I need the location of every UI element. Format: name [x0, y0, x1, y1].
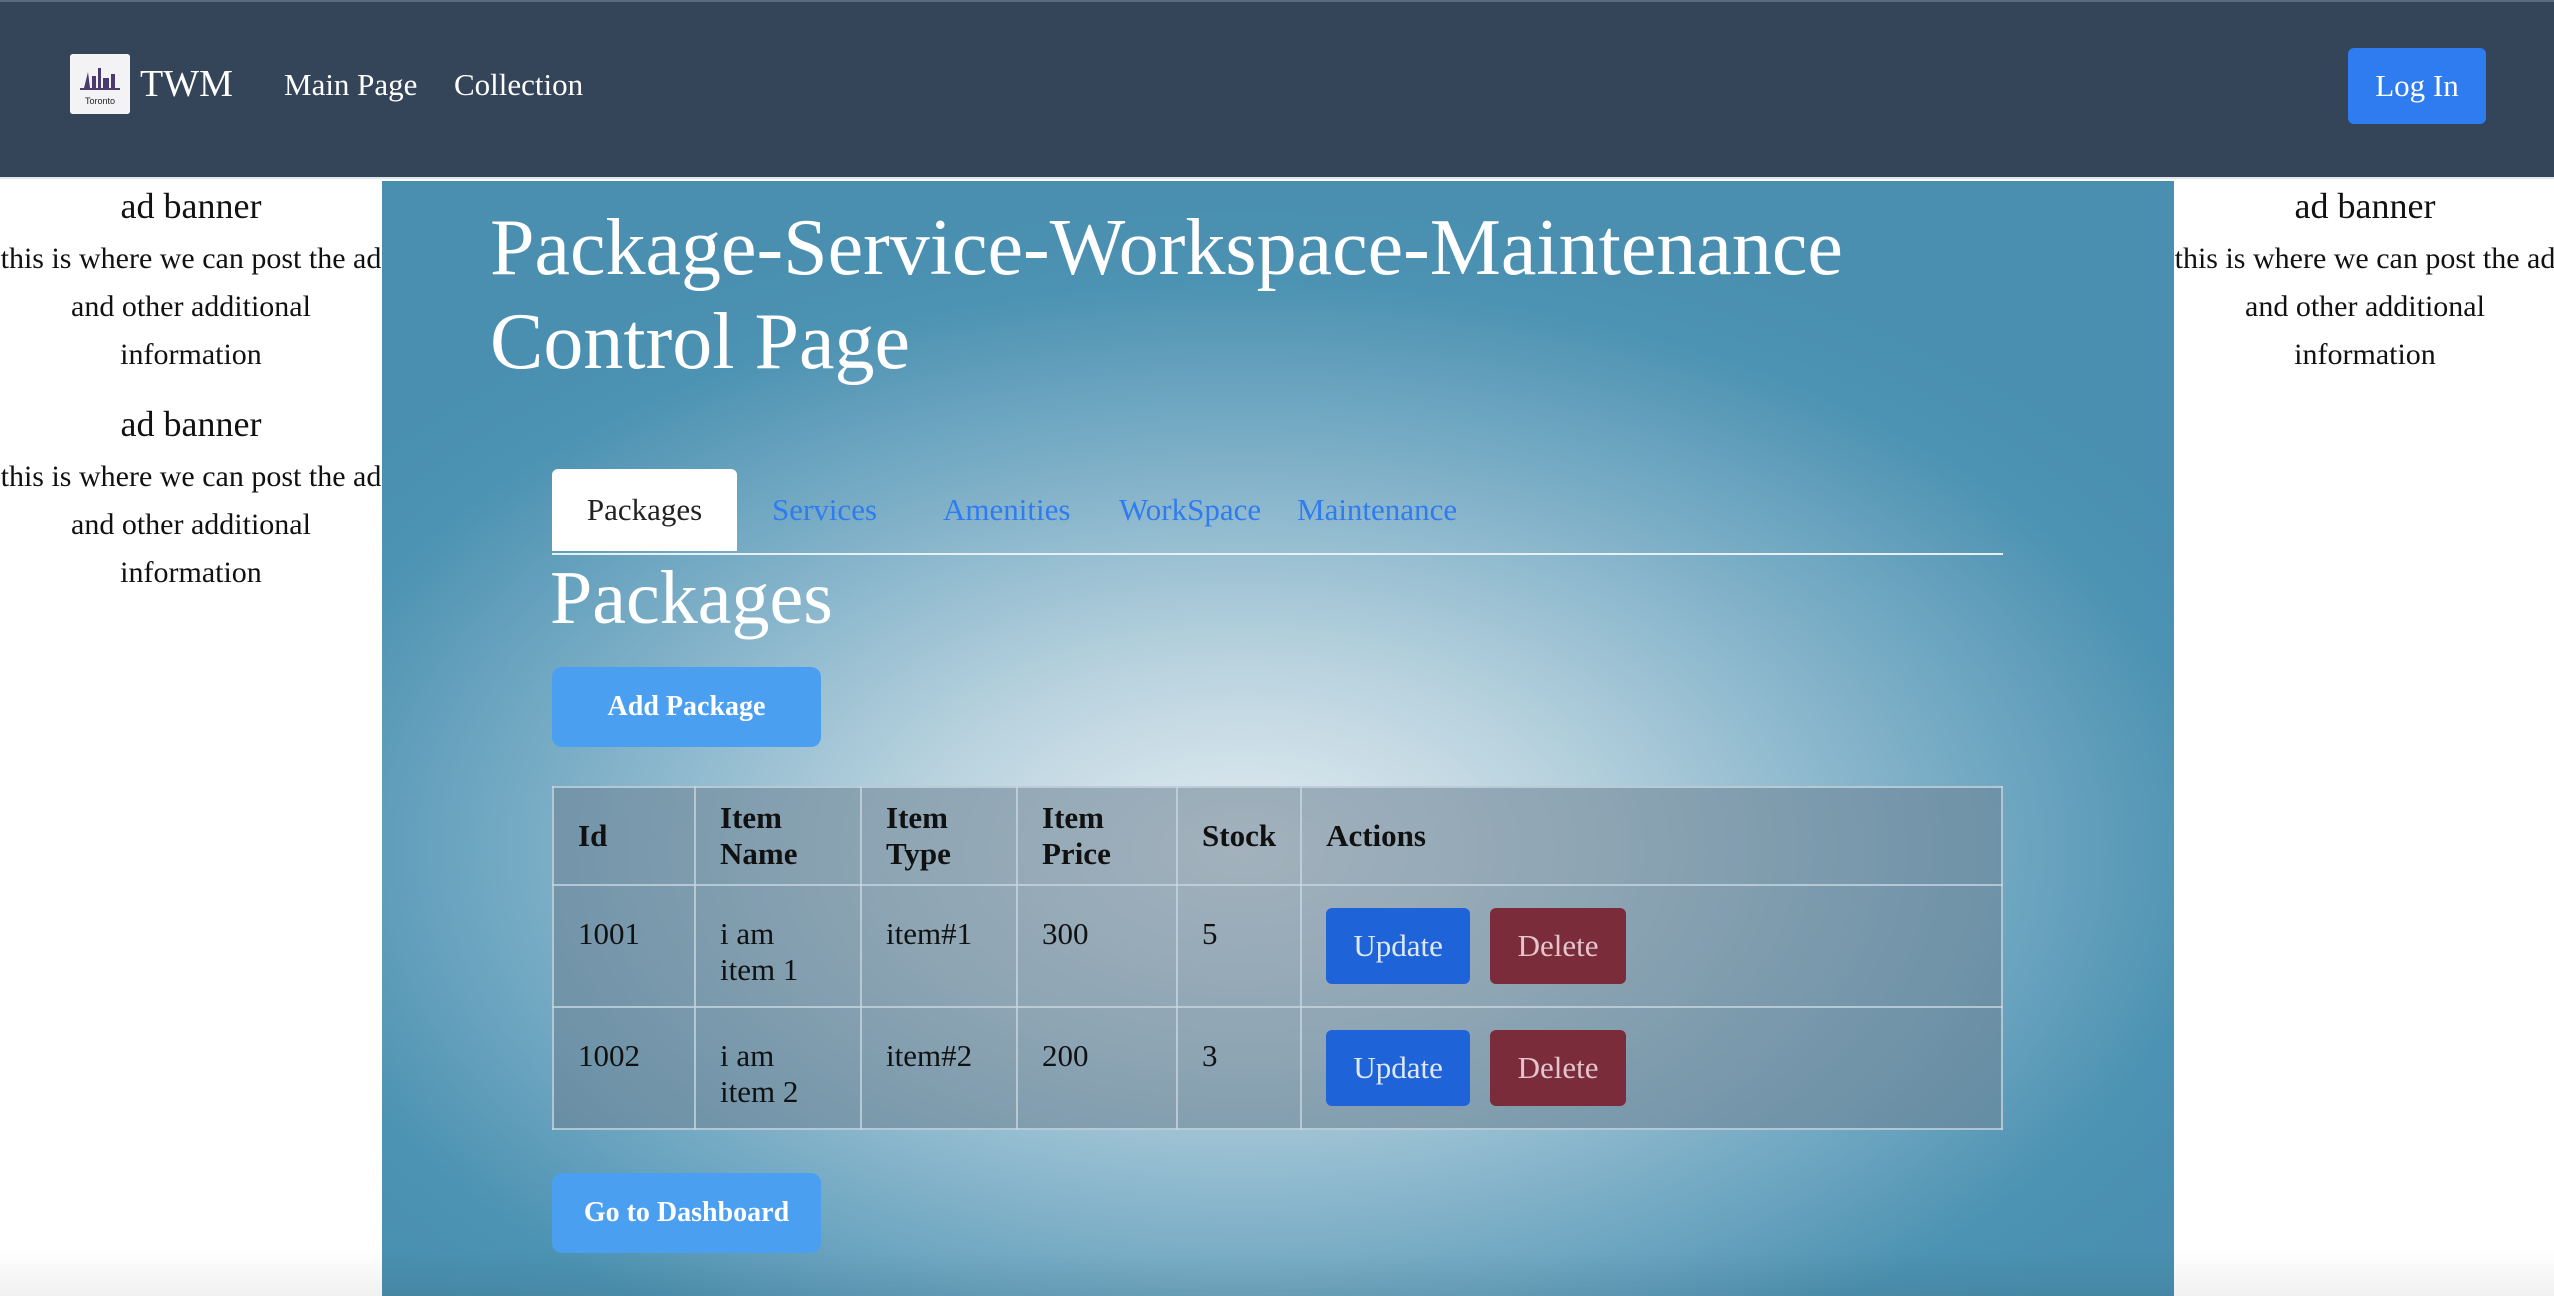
ad-banner-text: this is where we can post the ad and oth… [0, 242, 382, 371]
cell-actions: Update Delete [1300, 884, 2003, 1008]
tab-services[interactable]: Services [772, 469, 877, 551]
ad-banner-title: ad banner [120, 186, 262, 226]
cell-id: 1001 [552, 884, 696, 1008]
main-content: Package-Service-Workspace-Maintenance Co… [382, 181, 2174, 1296]
go-to-dashboard-button[interactable]: Go to Dashboard [552, 1173, 821, 1253]
update-button[interactable]: Update [1326, 908, 1471, 984]
cell-item-type: item#2 [860, 1006, 1018, 1130]
nav-link-main-page[interactable]: Main Page [284, 62, 417, 108]
logo-text: Toronto [85, 96, 115, 106]
left-ad-column: ad banner this is where we can post the … [0, 181, 382, 619]
cell-stock: 5 [1175, 884, 1303, 1008]
toronto-logo-icon[interactable]: Toronto [70, 54, 130, 114]
column-header-actions: Actions [1300, 786, 2003, 886]
top-navbar: Toronto TWM Main Page Collection Log In [0, 0, 2554, 179]
tab-workspace[interactable]: WorkSpace [1119, 469, 1261, 551]
right-ad-column: ad banner this is where we can post the … [2174, 181, 2554, 401]
cell-item-name: i am item 1 [694, 884, 862, 1008]
log-in-button[interactable]: Log In [2348, 48, 2486, 124]
ad-banner-text: this is where we can post the ad and oth… [2174, 242, 2554, 371]
column-header-item-name: Item Name [694, 786, 862, 886]
cell-id: 1002 [552, 1006, 696, 1130]
column-header-id: Id [552, 786, 696, 886]
table-header-row: Id Item Name Item Type Item Price Stock … [552, 786, 2003, 886]
column-header-stock: Stock [1175, 786, 1303, 886]
tab-packages[interactable]: Packages [552, 469, 737, 551]
column-header-item-type: Item Type [860, 786, 1018, 886]
ad-banner-title: ad banner [120, 404, 262, 444]
cell-item-name: i am item 2 [694, 1006, 862, 1130]
tab-maintenance[interactable]: Maintenance [1297, 469, 1457, 551]
page-title: Package-Service-Workspace-Maintenance Co… [490, 204, 1843, 386]
update-button[interactable]: Update [1326, 1030, 1471, 1106]
tab-amenities[interactable]: Amenities [943, 469, 1070, 551]
ad-banner-text: this is where we can post the ad and oth… [0, 460, 382, 589]
cell-stock: 3 [1175, 1006, 1303, 1130]
cell-item-price: 200 [1016, 1006, 1178, 1130]
tab-bar: Packages Services Amenities WorkSpace Ma… [552, 469, 2003, 555]
packages-table: Id Item Name Item Type Item Price Stock … [552, 786, 2003, 1130]
ad-banner-title: ad banner [2294, 186, 2436, 226]
cell-actions: Update Delete [1300, 1006, 2003, 1130]
cell-item-type: item#1 [860, 884, 1018, 1008]
delete-button[interactable]: Delete [1490, 908, 1627, 984]
nav-link-collection[interactable]: Collection [454, 62, 583, 108]
table-row: 1002 i am item 2 item#2 200 3 Update Dele… [552, 1006, 2003, 1130]
delete-button[interactable]: Delete [1490, 1030, 1627, 1106]
cell-item-price: 300 [1016, 884, 1178, 1008]
section-title: Packages [550, 556, 833, 640]
brand-name[interactable]: TWM [140, 58, 233, 110]
column-header-item-price: Item Price [1016, 786, 1178, 886]
add-package-button[interactable]: Add Package [552, 667, 821, 747]
table-row: 1001 i am item 1 item#1 300 5 Update Dele… [552, 884, 2003, 1008]
